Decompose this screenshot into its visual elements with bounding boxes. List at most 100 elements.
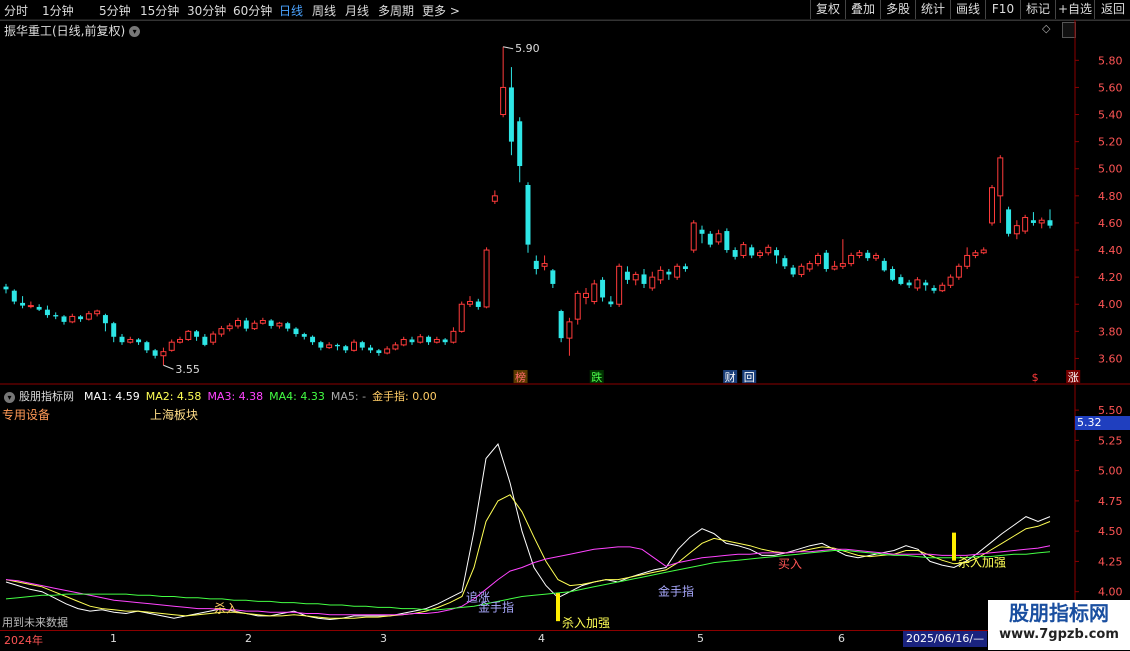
candle	[433, 336, 440, 344]
candle-body	[310, 336, 316, 343]
candle-body	[914, 279, 921, 289]
candle	[20, 296, 26, 309]
candle-body	[376, 350, 382, 354]
candle	[790, 264, 796, 278]
candle	[600, 277, 606, 302]
candle	[724, 228, 730, 253]
indicator-tick-label: 4.25	[1098, 555, 1123, 568]
candle-body	[400, 338, 407, 346]
candle	[641, 269, 647, 288]
candle-body	[3, 286, 9, 290]
candle-body	[359, 342, 365, 348]
ma-value: 金手指: 0.00	[372, 390, 437, 403]
candle	[624, 266, 630, 284]
price-tick-label: 5.80	[1098, 54, 1123, 67]
candle-body	[392, 344, 399, 350]
date-tick-2: 2	[245, 632, 252, 645]
signal-label: 金手指	[658, 584, 694, 599]
candle-body	[426, 336, 432, 343]
indicator-line-yellow	[5, 494, 1051, 619]
candle	[1030, 212, 1036, 226]
candle	[666, 269, 672, 280]
candle-body	[61, 316, 67, 322]
candle-body	[591, 283, 598, 303]
candle	[85, 311, 92, 321]
price-tick-label: 5.00	[1098, 163, 1123, 176]
candle-body	[989, 187, 995, 224]
candle-body	[600, 279, 606, 298]
high-price-label: 5.90	[515, 42, 540, 55]
candle	[368, 344, 374, 354]
candle-body	[152, 350, 158, 356]
date-tick-5: 5	[697, 632, 704, 645]
candle	[823, 250, 829, 272]
candle-body	[36, 306, 42, 310]
candle	[168, 339, 175, 352]
price-tick-label: 4.00	[1098, 298, 1123, 311]
date-start-label: 2024年	[4, 634, 43, 647]
ma-value: MA5: -	[330, 390, 367, 403]
candle-body	[749, 247, 755, 256]
current-date: 2025/06/16/—	[903, 631, 988, 647]
candle	[914, 277, 921, 291]
indicator-line-white	[5, 442, 1051, 621]
candle	[152, 348, 158, 359]
candle-body	[1030, 220, 1036, 223]
candle-body	[815, 254, 821, 265]
candle-body	[1022, 217, 1029, 232]
candle	[757, 250, 763, 259]
candle-body	[467, 301, 473, 305]
candle	[78, 315, 84, 322]
candle-body	[276, 322, 283, 327]
candle-body	[301, 334, 307, 337]
candle	[127, 336, 134, 344]
candle-body	[210, 333, 217, 343]
candle	[500, 46, 507, 118]
candle-body	[508, 87, 514, 142]
indicator-axis: 5.505.255.004.754.504.254.00	[1075, 404, 1123, 599]
candle	[1013, 220, 1020, 240]
candle	[218, 325, 225, 337]
candle	[749, 244, 755, 259]
candle	[259, 317, 266, 325]
candle-body	[641, 274, 647, 284]
candle-body	[980, 249, 987, 254]
candle-body	[890, 269, 896, 280]
candle	[1022, 214, 1029, 234]
candle	[699, 225, 705, 244]
indicator-header: ▾ 股朋指标网	[4, 388, 74, 404]
chevron-down-icon[interactable]: ▾	[4, 391, 15, 403]
candle	[119, 334, 125, 345]
candle	[517, 117, 523, 183]
candle-body	[491, 195, 498, 202]
candle-body	[550, 270, 556, 284]
candle-body	[657, 269, 664, 281]
candle-body	[78, 316, 84, 320]
candle	[616, 263, 623, 307]
event-marker: 财	[725, 370, 736, 384]
candle-body	[632, 273, 639, 281]
candle-body	[724, 231, 730, 251]
candle	[732, 247, 738, 260]
candle-body	[218, 328, 225, 335]
event-marker: 跌	[591, 370, 602, 384]
candle	[865, 250, 871, 261]
candle-body	[806, 263, 813, 270]
candle-body	[202, 336, 208, 345]
future-data-note: 用到未来数据	[2, 616, 68, 629]
price-tick-label: 3.80	[1098, 325, 1123, 338]
candle	[947, 274, 954, 288]
candle	[235, 317, 241, 329]
candle-body	[500, 86, 507, 116]
candle	[674, 263, 681, 280]
signal-bar	[556, 593, 560, 622]
candle-body	[972, 252, 979, 256]
watermark-title: 股朋指标网	[1009, 601, 1109, 625]
candle-body	[765, 246, 772, 254]
candle-body	[790, 267, 796, 275]
candle	[508, 67, 514, 156]
ma-value: MA3: 4.38	[207, 390, 264, 403]
candle	[873, 252, 879, 261]
candle-body	[774, 250, 780, 256]
candle-body	[11, 290, 17, 302]
